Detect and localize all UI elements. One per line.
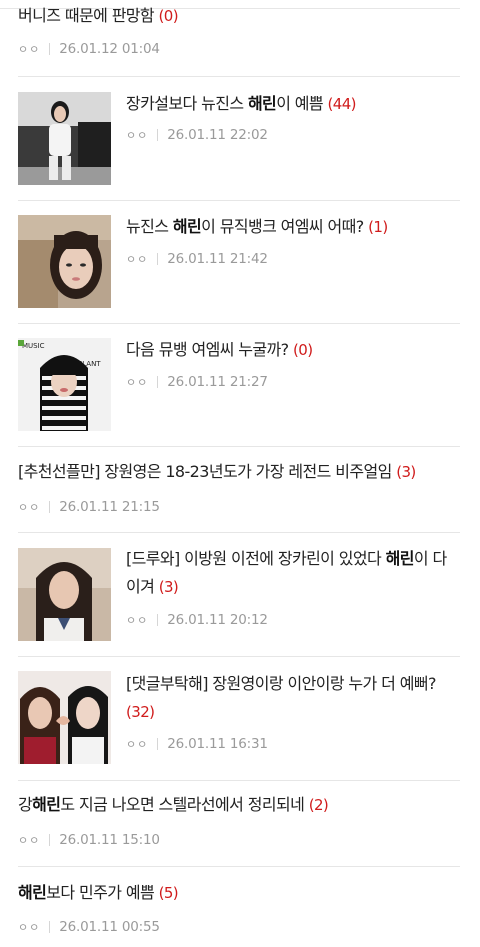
post-date: 26.01.11 21:42 [167, 251, 268, 267]
title-text: 이 예쁨 [276, 94, 328, 113]
comment-count: (0) [158, 7, 179, 25]
author-name: ㅇㅇ [18, 501, 41, 514]
post-item[interactable]: [드루와] 이방원 이전에 장카린이 있었다 해린이 다이겨 (3) ㅇㅇ 26… [18, 533, 460, 657]
author-name: ㅇㅇ [126, 738, 149, 751]
highlight-keyword: 해린 [32, 795, 61, 814]
post-title[interactable]: 버니즈 때문에 판망함 (0) [18, 2, 179, 30]
post-item[interactable]: 버니즈 때문에 판망함 (0) ㅇㅇ 26.01.12 01:04 [18, 0, 460, 77]
comment-count: (44) [327, 95, 357, 113]
post-item[interactable]: [추천선플만] 장원영은 18-23년도가 가장 레전드 비주얼임 (3) ㅇㅇ… [18, 447, 460, 533]
post-title[interactable]: 뉴진스 해린이 뮤직뱅크 여엠씨 어때? (1) [126, 213, 388, 241]
post-title[interactable]: [추천선플만] 장원영은 18-23년도가 가장 레전드 비주얼임 (3) [18, 458, 416, 486]
post-meta: ㅇㅇ 26.01.11 20:12 [126, 610, 268, 630]
author-name: ㅇㅇ [126, 614, 149, 627]
title-text: 강 [18, 795, 33, 814]
thumbnail-image: MUSIC PLANT [18, 338, 111, 431]
author-name: ㅇㅇ [126, 376, 149, 389]
meta-separator [49, 501, 51, 513]
comment-count: (5) [158, 884, 179, 902]
post-meta: ㅇㅇ 26.01.11 22:02 [126, 125, 268, 145]
post-title[interactable]: 해린보다 민주가 예쁨 (5) [18, 879, 179, 907]
meta-separator [49, 43, 51, 55]
author-name: ㅇㅇ [18, 921, 41, 934]
post-thumbnail[interactable] [18, 671, 111, 764]
post-thumbnail[interactable] [18, 92, 111, 185]
title-text: 장카설보다 뉴진스 [126, 94, 248, 113]
post-title[interactable]: 장카설보다 뉴진스 해린이 예쁨 (44) [126, 90, 357, 118]
author-name: ㅇㅇ [126, 129, 149, 142]
title-text: 이 뮤직뱅크 여엠씨 어때? [201, 217, 369, 236]
post-title[interactable]: 다음 뮤뱅 여엠씨 누굴까? (0) [126, 336, 313, 364]
highlight-keyword: 해린 [247, 94, 277, 113]
comment-count: (0) [293, 341, 313, 359]
comment-count: (2) [308, 796, 329, 814]
post-meta: ㅇㅇ 26.01.11 16:31 [126, 734, 268, 754]
post-item[interactable]: [댓글부탁해] 장원영이랑 이안이랑 누가 더 예뻐? (32) ㅇㅇ 26.0… [18, 657, 460, 781]
post-date: 26.01.11 20:12 [167, 612, 268, 628]
post-meta: ㅇㅇ 26.01.12 01:04 [18, 39, 160, 59]
post-meta: ㅇㅇ 26.01.11 21:27 [126, 372, 268, 392]
post-date: 26.01.12 01:04 [59, 41, 160, 57]
thumbnail-image [18, 671, 111, 764]
post-meta: ㅇㅇ 26.01.11 15:10 [18, 830, 160, 850]
author-name: ㅇㅇ [18, 43, 41, 56]
title-text: [드루와] 이방원 이전에 장카린이 있었다 [126, 549, 386, 568]
post-meta: ㅇㅇ 26.01.11 21:42 [126, 249, 268, 269]
highlight-keyword: 해린 [172, 217, 202, 236]
post-item[interactable]: 장카설보다 뉴진스 해린이 예쁨 (44) ㅇㅇ 26.01.11 22:02 [18, 77, 460, 201]
post-date: 26.01.11 16:31 [167, 736, 268, 752]
post-thumbnail[interactable] [18, 215, 111, 308]
title-text: 버니즈 때문에 판망함 [18, 6, 159, 25]
post-item[interactable]: 해린보다 민주가 예쁨 (5) ㅇㅇ 26.01.11 00:55 [18, 867, 460, 947]
author-name: ㅇㅇ [18, 834, 41, 847]
post-thumbnail[interactable] [18, 548, 111, 641]
post-date: 26.01.11 21:15 [59, 499, 160, 515]
title-text: 도 지금 나오면 스텔라선에서 정리되네 [60, 795, 309, 814]
post-date: 26.01.11 21:27 [167, 374, 268, 390]
highlight-keyword: 해린 [385, 549, 415, 568]
svg-text:MUSIC: MUSIC [22, 342, 45, 350]
author-name: ㅇㅇ [126, 253, 149, 266]
comment-count: (3) [396, 463, 416, 481]
meta-separator [49, 834, 51, 846]
thumbnail-image [18, 215, 111, 308]
meta-separator [157, 614, 159, 626]
comment-count: (3) [158, 578, 179, 596]
title-text: 다음 뮤뱅 여엠씨 누굴까? [126, 340, 294, 359]
post-date: 26.01.11 00:55 [59, 919, 160, 935]
post-meta: ㅇㅇ 26.01.11 00:55 [18, 917, 160, 937]
thumbnail-image [18, 548, 111, 641]
highlight-keyword: 해린 [18, 883, 47, 902]
meta-separator [157, 738, 159, 750]
meta-separator [49, 921, 51, 933]
meta-separator [157, 129, 159, 141]
post-title[interactable]: [드루와] 이방원 이전에 장카린이 있었다 해린이 다이겨 (3) [126, 545, 460, 601]
title-text: 뉴진스 [126, 217, 173, 236]
comment-count: (32) [126, 703, 155, 721]
meta-separator [157, 376, 159, 388]
post-thumbnail[interactable]: MUSIC PLANT [18, 338, 111, 431]
post-date: 26.01.11 22:02 [167, 127, 268, 143]
post-meta: ㅇㅇ 26.01.11 21:15 [18, 497, 160, 517]
title-text: [댓글부탁해] 장원영이랑 이안이랑 누가 더 예뻐? [126, 674, 436, 693]
thumbnail-image [18, 92, 111, 185]
post-item[interactable]: MUSIC PLANT 다음 뮤뱅 여엠씨 누굴까? (0) ㅇㅇ 26.01.… [18, 324, 460, 447]
post-date: 26.01.11 15:10 [59, 832, 160, 848]
post-title[interactable]: [댓글부탁해] 장원영이랑 이안이랑 누가 더 예뻐? (32) [126, 670, 460, 726]
post-title[interactable]: 강해린도 지금 나오면 스텔라선에서 정리되네 (2) [18, 791, 329, 819]
comment-count: (1) [368, 218, 388, 236]
title-text: [추천선플만] 장원영은 18-23년도가 가장 레전드 비주얼임 [18, 462, 397, 481]
post-item[interactable]: 뉴진스 해린이 뮤직뱅크 여엠씨 어때? (1) ㅇㅇ 26.01.11 21:… [18, 201, 460, 324]
title-text: 보다 민주가 예쁨 [46, 883, 159, 902]
post-item[interactable]: 강해린도 지금 나오면 스텔라선에서 정리되네 (2) ㅇㅇ 26.01.11 … [18, 781, 460, 867]
meta-separator [157, 253, 159, 265]
